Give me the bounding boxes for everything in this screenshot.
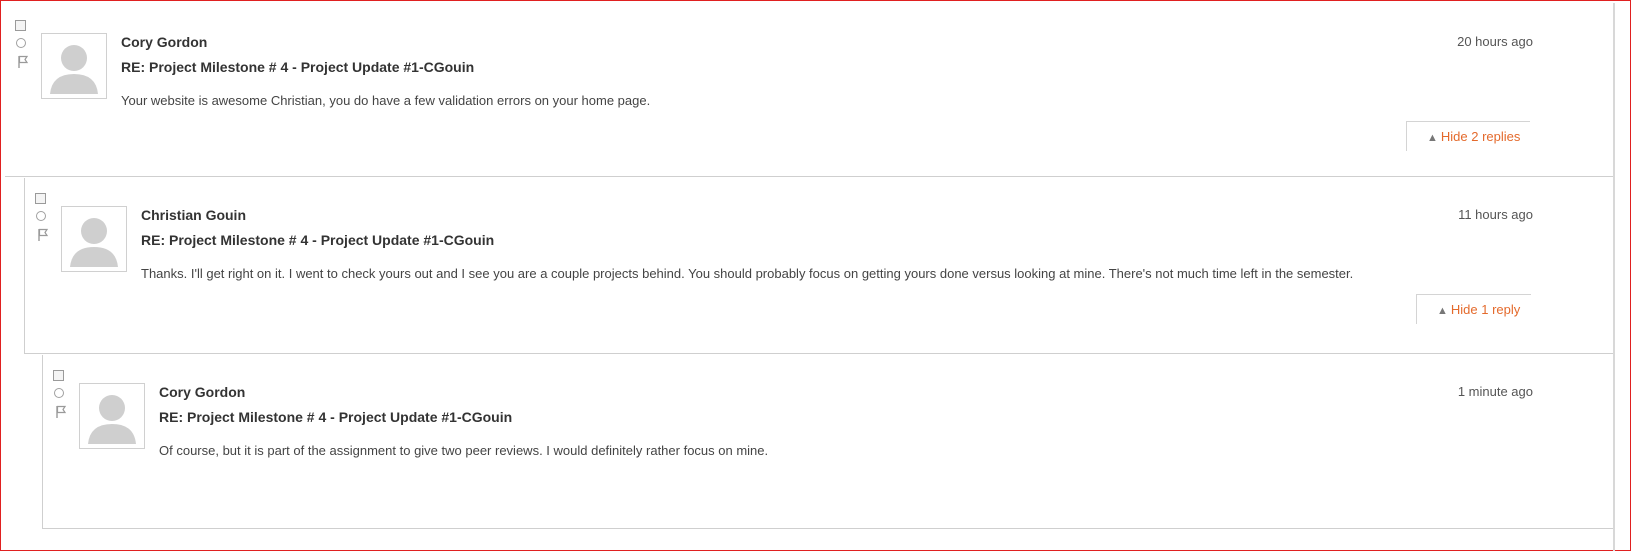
post-subject[interactable]: RE: Project Milestone # 4 - Project Upda… — [121, 59, 474, 75]
scrollbar-track[interactable] — [1613, 3, 1615, 551]
post-body: Thanks. I'll get right on it. I went to … — [141, 266, 1354, 281]
post-subject[interactable]: RE: Project Milestone # 4 - Project Upda… — [159, 409, 512, 425]
discussion-post: Christian Gouin RE: Project Milestone # … — [24, 178, 1613, 354]
post-body: Of course, but it is part of the assignm… — [159, 443, 769, 458]
hide-replies-button[interactable]: ▲ Hide 2 replies — [1406, 121, 1530, 151]
select-post-checkbox[interactable] — [35, 193, 46, 204]
hide-replies-label: Hide 1 reply — [1450, 302, 1521, 317]
flag-icon[interactable] — [16, 55, 30, 69]
user-avatar-icon — [88, 395, 136, 444]
post-timestamp: 1 minute ago — [1457, 384, 1533, 399]
post-subject[interactable]: RE: Project Milestone # 4 - Project Upda… — [141, 232, 494, 248]
flag-icon[interactable] — [54, 405, 68, 419]
triangle-up-icon: ▲ — [1437, 305, 1448, 317]
post-body: Your website is awesome Christian, you d… — [121, 93, 651, 108]
post-timestamp: 20 hours ago — [1457, 34, 1533, 49]
avatar[interactable] — [79, 383, 145, 449]
user-avatar-icon — [50, 45, 98, 94]
flag-icon[interactable] — [36, 228, 50, 242]
select-post-checkbox[interactable] — [15, 20, 26, 31]
select-post-checkbox[interactable] — [53, 370, 64, 381]
mark-read-toggle[interactable] — [54, 388, 64, 398]
mark-read-toggle[interactable] — [16, 38, 26, 48]
post-author[interactable]: Cory Gordon — [159, 384, 245, 400]
discussion-thread-frame: Cory Gordon RE: Project Milestone # 4 - … — [0, 0, 1631, 551]
discussion-post: Cory Gordon RE: Project Milestone # 4 - … — [5, 5, 1613, 177]
triangle-up-icon: ▲ — [1427, 132, 1438, 144]
post-timestamp: 11 hours ago — [1458, 207, 1533, 222]
post-author[interactable]: Cory Gordon — [121, 34, 207, 50]
avatar[interactable] — [61, 206, 127, 272]
hide-replies-button[interactable]: ▲ Hide 1 reply — [1416, 294, 1531, 324]
post-author[interactable]: Christian Gouin — [141, 207, 246, 223]
discussion-post: Cory Gordon RE: Project Milestone # 4 - … — [42, 355, 1613, 529]
avatar[interactable] — [41, 33, 107, 99]
user-avatar-icon — [70, 218, 118, 267]
mark-read-toggle[interactable] — [36, 211, 46, 221]
hide-replies-label: Hide 2 replies — [1440, 129, 1521, 144]
